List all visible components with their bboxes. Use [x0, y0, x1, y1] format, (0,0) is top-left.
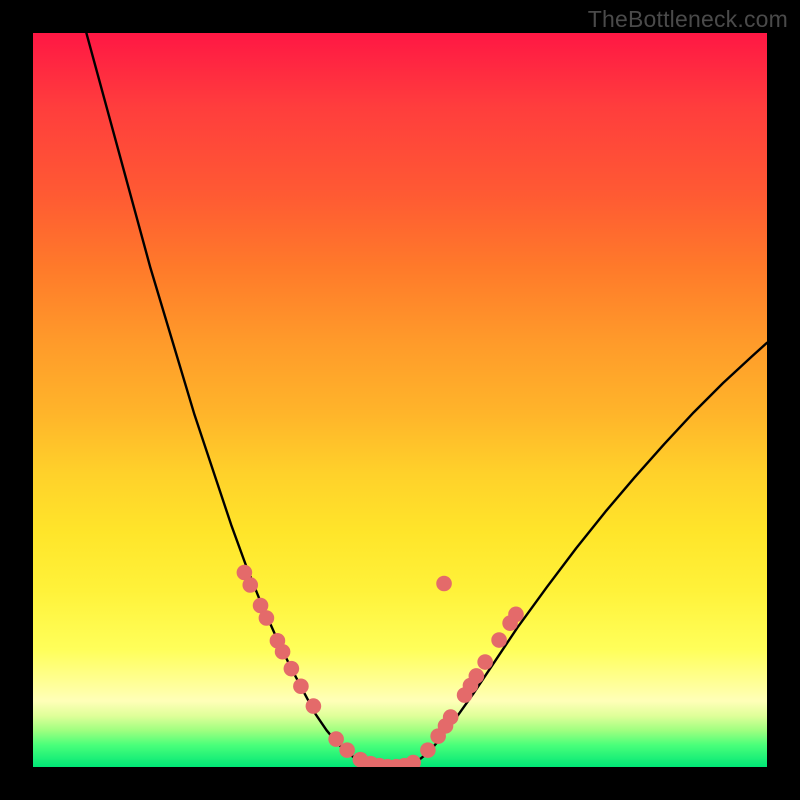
- data-point-dot: [469, 668, 485, 684]
- curve-layer: [84, 33, 767, 767]
- data-point-dot: [328, 731, 344, 747]
- bottleneck-curve: [84, 33, 767, 767]
- data-point-dot: [242, 577, 258, 593]
- plot-svg: [33, 33, 767, 767]
- data-point-dot: [306, 698, 322, 714]
- data-point-dot: [284, 661, 300, 677]
- data-point-dot: [293, 678, 309, 694]
- watermark-text: TheBottleneck.com: [588, 6, 788, 33]
- chart-area: [33, 33, 767, 767]
- dots-layer: [237, 565, 524, 767]
- data-point-dot: [508, 607, 524, 623]
- data-point-dot: [420, 742, 436, 758]
- data-point-dot: [436, 576, 452, 592]
- data-point-dot: [443, 709, 459, 725]
- data-point-dot: [491, 632, 507, 648]
- data-point-dot: [405, 755, 421, 767]
- data-point-dot: [477, 654, 493, 670]
- data-point-dot: [339, 742, 355, 758]
- data-point-dot: [259, 610, 275, 626]
- data-point-dot: [275, 644, 291, 660]
